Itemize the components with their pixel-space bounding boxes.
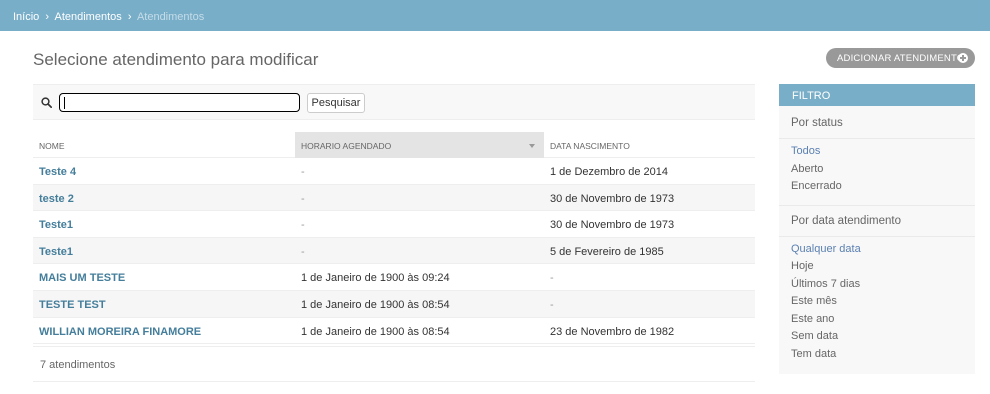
search-button[interactable]: Pesquisar bbox=[307, 93, 365, 113]
row-horario: - bbox=[301, 245, 305, 258]
add-atendimento-button[interactable]: Adicionar atendimento bbox=[826, 48, 975, 68]
results-table: Nome Horario agendado Data nascimento Te… bbox=[33, 132, 755, 345]
row-name-link[interactable]: Teste 4 bbox=[33, 158, 295, 184]
page-title: Selecione atendimento para modificar bbox=[33, 50, 319, 69]
row-name-link[interactable]: Teste1 bbox=[33, 238, 295, 264]
search-icon bbox=[41, 97, 52, 108]
column-header-nascimento[interactable]: Data nascimento bbox=[544, 132, 755, 158]
column-header-horario[interactable]: Horario agendado bbox=[295, 132, 544, 158]
filter-option-hoje[interactable]: Hoje bbox=[779, 258, 975, 276]
row-name-link[interactable]: WILLIAN MOREIRA FINAMORE bbox=[33, 318, 295, 344]
column-header-nome[interactable]: Nome bbox=[33, 132, 295, 158]
filter-option-aberto[interactable]: Aberto bbox=[779, 161, 975, 179]
row-nascimento: 5 de Fevereiro de 1985 bbox=[550, 245, 664, 258]
result-count: 7 atendimentos bbox=[33, 346, 755, 382]
filter-option-tem-data[interactable]: Tem data bbox=[779, 346, 975, 364]
row-name-link[interactable]: teste 2 bbox=[33, 185, 295, 211]
table-row: MAIS UM TESTE 1 de Janeiro de 1900 às 09… bbox=[33, 264, 755, 291]
row-nascimento: 23 de Novembro de 1982 bbox=[550, 325, 675, 338]
row-horario: - bbox=[301, 166, 305, 178]
row-horario: - bbox=[301, 219, 305, 232]
text-caret bbox=[64, 97, 65, 109]
row-nascimento: 30 de Novembro de 1973 bbox=[550, 219, 675, 232]
column-header-horario-label: Horario agendado bbox=[301, 141, 392, 151]
breadcrumb-separator: › bbox=[127, 11, 132, 23]
row-name-link[interactable]: Teste1 bbox=[33, 211, 295, 237]
add-button-label: Adicionar atendimento bbox=[837, 52, 965, 64]
filter-title-status: Por status bbox=[791, 117, 843, 129]
row-nascimento: 30 de Novembro de 1973 bbox=[550, 192, 675, 205]
row-nascimento: 1 de Dezembro de 2014 bbox=[550, 166, 669, 178]
filter-option-todos[interactable]: Todos bbox=[779, 143, 975, 161]
row-horario: 1 de Janeiro de 1900 às 09:24 bbox=[301, 272, 450, 285]
search-toolbar: Pesquisar bbox=[33, 84, 755, 120]
filter-header: Filtro bbox=[779, 84, 975, 106]
table-row: Teste1 - 5 de Fevereiro de 1985 bbox=[33, 237, 755, 265]
row-horario: 1 de Janeiro de 1900 às 08:54 bbox=[301, 298, 450, 311]
row-horario: - bbox=[301, 192, 305, 205]
breadcrumb-section-link[interactable]: Atendimentos bbox=[54, 11, 121, 23]
filter-option-encerrado[interactable]: Encerrado bbox=[779, 178, 975, 196]
filter-option-ultimos-7-dias[interactable]: Últimos 7 dias bbox=[779, 276, 975, 294]
table-row: TESTE TEST 1 de Janeiro de 1900 às 08:54… bbox=[33, 290, 755, 318]
search-input[interactable] bbox=[59, 93, 300, 112]
breadcrumb-separator: › bbox=[45, 11, 50, 23]
row-nascimento: - bbox=[550, 298, 554, 311]
breadcrumb-current: Atendimentos bbox=[136, 11, 205, 23]
row-nascimento: - bbox=[550, 272, 554, 285]
table-row: Teste 4 - 1 de Dezembro de 2014 bbox=[33, 158, 755, 185]
table-row: Teste1 - 30 de Novembro de 1973 bbox=[33, 211, 755, 238]
table-row: teste 2 - 30 de Novembro de 1973 bbox=[33, 184, 755, 212]
table-row: WILLIAN MOREIRA FINAMORE 1 de Janeiro de… bbox=[33, 318, 755, 345]
breadcrumb: Início › Atendimentos › Atendimentos bbox=[0, 0, 990, 31]
filter-option-este-mes[interactable]: Este mês bbox=[779, 293, 975, 311]
filter-option-sem-data[interactable]: Sem data bbox=[779, 328, 975, 346]
row-horario: 1 de Janeiro de 1900 às 08:54 bbox=[301, 325, 450, 338]
plus-icon bbox=[958, 53, 968, 63]
sort-desc-icon[interactable] bbox=[529, 144, 535, 148]
row-name-link[interactable]: MAIS UM TESTE bbox=[33, 264, 295, 290]
filter-title-data: Por data atendimento bbox=[791, 214, 901, 227]
breadcrumb-home-link[interactable]: Início bbox=[13, 11, 39, 23]
table-header: Nome Horario agendado Data nascimento bbox=[33, 132, 755, 158]
filter-option-este-ano[interactable]: Este ano bbox=[779, 311, 975, 329]
row-name-link[interactable]: TESTE TEST bbox=[33, 291, 295, 317]
filter-sidebar: Filtro Por status Todos Aberto Encerrado… bbox=[779, 84, 975, 374]
filter-option-qualquer-data[interactable]: Qualquer data bbox=[779, 241, 975, 259]
